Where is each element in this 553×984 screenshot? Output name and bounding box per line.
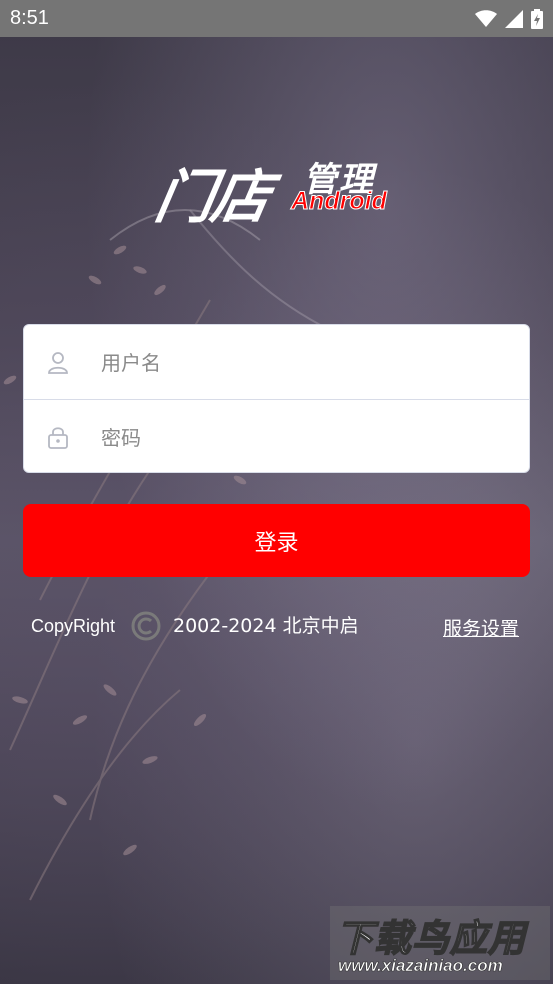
watermark-url: www.xiazainiao.com	[338, 956, 503, 976]
password-input[interactable]	[99, 400, 519, 472]
username-field-row	[24, 325, 529, 401]
background	[0, 0, 553, 984]
watermark: 下载鸟应用 www.xiazainiao.com	[330, 906, 550, 980]
logo-main-text: 门店	[150, 163, 275, 231]
battery-charging-icon	[531, 8, 543, 29]
status-bar: 8:51	[0, 0, 553, 37]
copyright-icon	[131, 611, 161, 641]
login-button[interactable]: 登录	[23, 504, 530, 577]
copyright-label: CopyRight	[31, 616, 116, 636]
status-icons	[475, 8, 543, 29]
user-icon	[48, 352, 68, 374]
wifi-icon	[475, 9, 497, 27]
password-field-row	[24, 399, 529, 472]
signal-icon	[505, 9, 523, 28]
app-logo: 门店 管理 Android	[150, 150, 397, 231]
copyright-text: 2002-2024 北京中启	[173, 615, 359, 637]
service-settings-link[interactable]: 服务设置	[443, 614, 519, 641]
login-form	[23, 324, 530, 473]
lock-icon	[48, 427, 68, 449]
logo-android-text: Android	[291, 187, 388, 216]
status-time: 8:51	[10, 7, 49, 29]
username-input[interactable]	[99, 325, 519, 401]
watermark-title: 下载鸟应用	[335, 916, 526, 961]
